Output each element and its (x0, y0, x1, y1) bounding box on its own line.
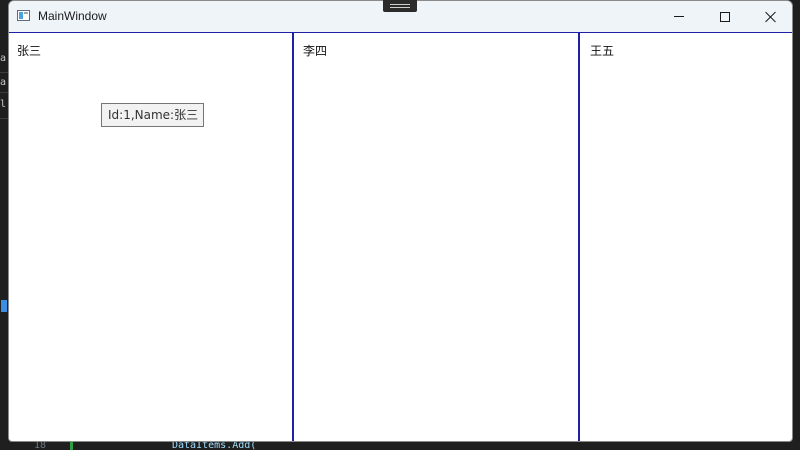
item-name-label: 张三 (17, 44, 42, 58)
item-tooltip: Id:1,Name:张三 (101, 103, 205, 127)
item-name-label: 王五 (590, 44, 615, 58)
background-editor-bottom: 18 DataItems.Add( (0, 442, 800, 450)
window-title: MainWindow (38, 9, 107, 23)
line-number: 18 (34, 442, 47, 450)
item-name-label: 李四 (303, 44, 328, 58)
item-panel-2[interactable]: 李四 (294, 33, 580, 441)
editor-divider (0, 118, 8, 119)
editor-gutter-marker (1, 300, 7, 312)
minimize-button[interactable] (656, 1, 702, 32)
editor-divider (0, 92, 8, 93)
minimize-icon (674, 16, 684, 17)
editor-divider (0, 72, 8, 73)
items-panel-container: 张三 Id:1,Name:张三 李四 王五 (9, 32, 792, 441)
code-text: DataItems.Add( (172, 442, 257, 450)
app-window-icon (17, 10, 30, 21)
maximize-icon (720, 11, 730, 22)
close-icon (765, 11, 777, 23)
change-indicator (70, 442, 73, 450)
item-panel-1[interactable]: 张三 Id:1,Name:张三 (9, 33, 294, 441)
background-editor-edge: a a l (0, 0, 8, 450)
maximize-button[interactable] (702, 1, 748, 32)
close-button[interactable] (748, 1, 792, 32)
editor-text-fragment: a (0, 53, 7, 64)
editor-text-fragment: a (0, 77, 7, 88)
main-window: MainWindow 张三 Id:1,Name:张三 李四 王五 (8, 0, 793, 442)
item-panel-3[interactable]: 王五 (580, 33, 792, 441)
editor-text-fragment: l (0, 99, 7, 110)
drag-handle[interactable] (383, 0, 417, 12)
